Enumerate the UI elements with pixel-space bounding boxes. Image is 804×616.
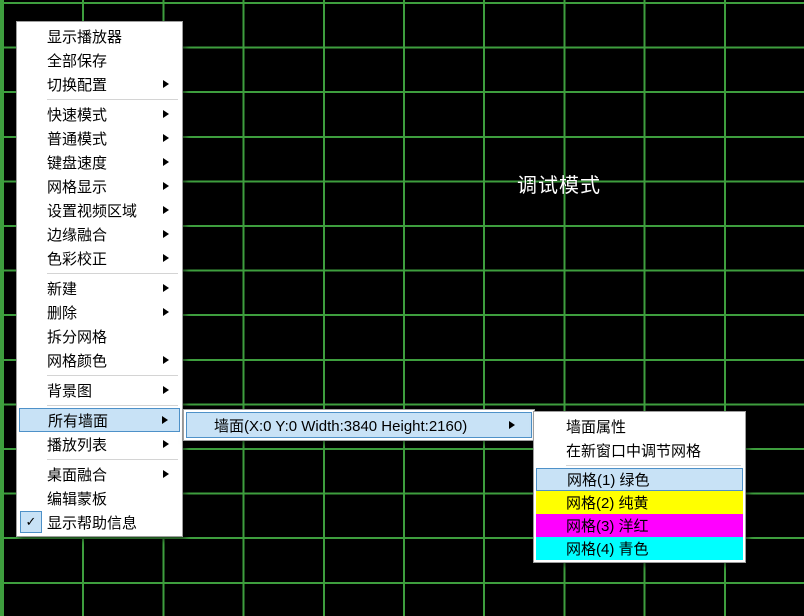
menu-item-label: 墙面(X:0 Y:0 Width:3840 Height:2160) — [214, 415, 467, 436]
menu-item-label: 所有墙面 — [48, 410, 108, 431]
menu-item-grid-display[interactable]: 网格显示 — [19, 174, 180, 198]
submenu-arrow-icon — [509, 421, 515, 429]
menu-item-show-help-info[interactable]: ✓ 显示帮助信息 — [19, 510, 180, 534]
menu-item-label: 在新窗口中调节网格 — [566, 440, 701, 461]
menu-item-label: 切换配置 — [47, 74, 107, 95]
menu-item-background-image[interactable]: 背景图 — [19, 378, 180, 402]
menu-item-delete[interactable]: 删除 — [19, 300, 180, 324]
check-icon: ✓ — [20, 511, 42, 533]
menu-item-label: 背景图 — [47, 380, 92, 401]
menu-item-label: 删除 — [47, 302, 77, 323]
menu-item-label: 普通模式 — [47, 128, 107, 149]
menu-item-keyboard-speed[interactable]: 键盘速度 — [19, 150, 180, 174]
menu-item-label: 网格(1) 绿色 — [567, 469, 650, 490]
menu-item-label: 拆分网格 — [47, 326, 107, 347]
submenu-arrow-icon — [163, 134, 169, 142]
menu-item-grid-2-yellow[interactable]: 网格(2) 纯黄 — [536, 491, 743, 514]
menu-item-grid-4-cyan[interactable]: 网格(4) 青色 — [536, 537, 743, 560]
submenu-arrow-icon — [163, 182, 169, 190]
menu-item-grid-3-magenta[interactable]: 网格(3) 洋红 — [536, 514, 743, 537]
menu-item-label: 网格(3) 洋红 — [566, 515, 649, 536]
submenu-arrow-icon — [163, 386, 169, 394]
menu-item-split-grid[interactable]: 拆分网格 — [19, 324, 180, 348]
submenu-arrow-icon — [163, 158, 169, 166]
menu-item-label: 播放列表 — [47, 434, 107, 455]
menu-item-label: 键盘速度 — [47, 152, 107, 173]
menu-item-grid-color[interactable]: 网格颜色 — [19, 348, 180, 372]
submenu-arrow-icon — [163, 284, 169, 292]
menu-item-switch-config[interactable]: 切换配置 — [19, 72, 180, 96]
menu-item-new[interactable]: 新建 — [19, 276, 180, 300]
menu-item-label: 新建 — [47, 278, 77, 299]
menu-item-wall-dimensions[interactable]: 墙面(X:0 Y:0 Width:3840 Height:2160) — [186, 412, 532, 438]
menu-item-label: 快速模式 — [47, 104, 107, 125]
menu-item-label: 网格颜色 — [47, 350, 107, 371]
menu-item-label: 显示播放器 — [47, 26, 122, 47]
menu-item-grid-1-green[interactable]: 网格(1) 绿色 — [536, 468, 743, 491]
menu-item-label: 墙面属性 — [566, 416, 626, 437]
menu-item-edit-mask[interactable]: 编辑蒙板 — [19, 486, 180, 510]
menu-item-wall-properties[interactable]: 墙面属性 — [536, 414, 743, 438]
menu-item-label: 网格显示 — [47, 176, 107, 197]
submenu-arrow-icon — [163, 110, 169, 118]
menu-item-label: 边缘融合 — [47, 224, 107, 245]
wall-submenu: 墙面(X:0 Y:0 Width:3840 Height:2160) — [183, 409, 535, 441]
submenu-arrow-icon — [163, 440, 169, 448]
submenu-arrow-icon — [162, 416, 168, 424]
menu-item-adjust-grid-new-window[interactable]: 在新窗口中调节网格 — [536, 438, 743, 462]
menu-item-label: 色彩校正 — [47, 248, 107, 269]
submenu-arrow-icon — [163, 254, 169, 262]
submenu-arrow-icon — [163, 230, 169, 238]
menu-item-label: 显示帮助信息 — [47, 512, 137, 533]
submenu-arrow-icon — [163, 470, 169, 478]
menu-item-show-player[interactable]: 显示播放器 — [19, 24, 180, 48]
menu-item-label: 编辑蒙板 — [47, 488, 107, 509]
debug-mode-label: 调试模式 — [517, 169, 601, 198]
menu-item-color-correction[interactable]: 色彩校正 — [19, 246, 180, 270]
menu-item-set-video-area[interactable]: 设置视频区域 — [19, 198, 180, 222]
main-context-menu: 显示播放器 全部保存 切换配置 快速模式 普通模式 键盘速度 网格显示 设置视频… — [16, 21, 183, 537]
submenu-arrow-icon — [163, 206, 169, 214]
menu-item-all-walls[interactable]: 所有墙面 — [19, 408, 180, 432]
grid-submenu: 墙面属性 在新窗口中调节网格 网格(1) 绿色 网格(2) 纯黄 网格(3) 洋… — [533, 411, 746, 563]
submenu-arrow-icon — [163, 80, 169, 88]
menu-item-desktop-blending[interactable]: 桌面融合 — [19, 462, 180, 486]
submenu-arrow-icon — [163, 308, 169, 316]
menu-item-edge-blending[interactable]: 边缘融合 — [19, 222, 180, 246]
menu-item-label: 全部保存 — [47, 50, 107, 71]
menu-item-label: 设置视频区域 — [47, 200, 137, 221]
menu-item-label: 网格(4) 青色 — [566, 538, 649, 559]
menu-item-label: 桌面融合 — [47, 464, 107, 485]
menu-item-label: 网格(2) 纯黄 — [566, 492, 649, 513]
menu-item-playlist[interactable]: 播放列表 — [19, 432, 180, 456]
submenu-arrow-icon — [163, 356, 169, 364]
menu-item-normal-mode[interactable]: 普通模式 — [19, 126, 180, 150]
menu-item-fast-mode[interactable]: 快速模式 — [19, 102, 180, 126]
menu-item-save-all[interactable]: 全部保存 — [19, 48, 180, 72]
